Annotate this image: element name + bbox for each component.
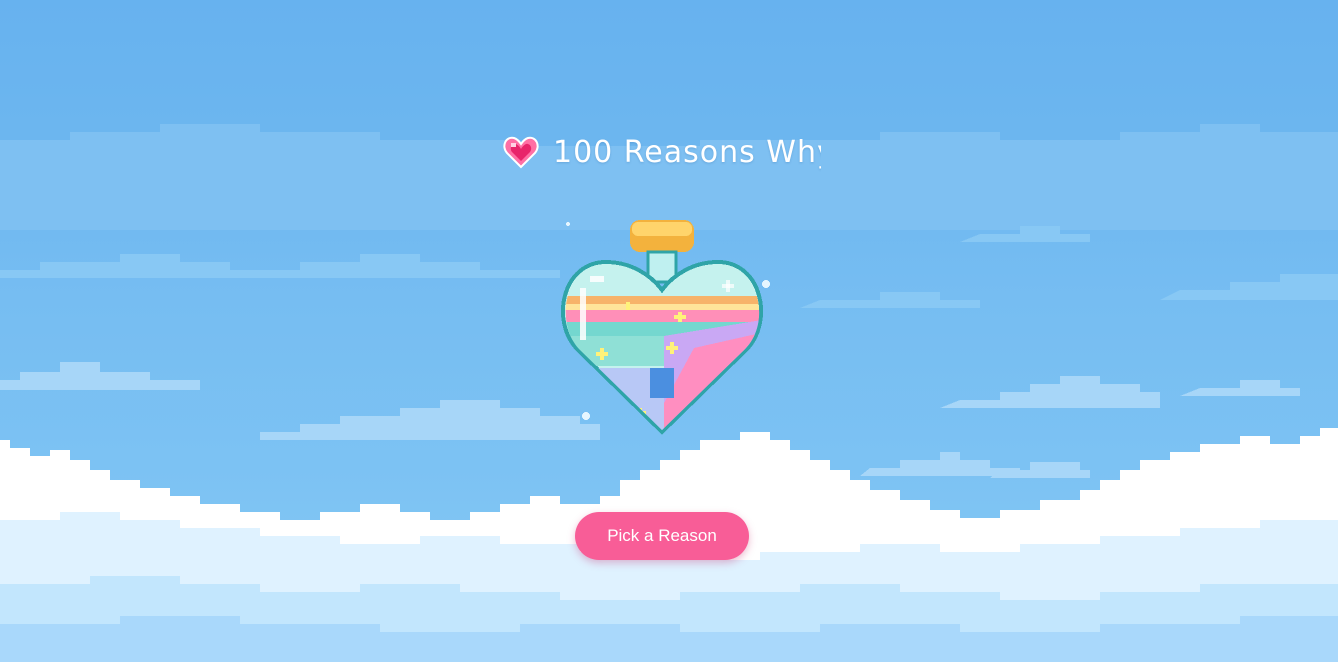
- heart-potion-bottle-icon: [560, 220, 770, 435]
- heart-icon: [503, 136, 539, 169]
- page-title: 100 Reasons Why: [553, 134, 821, 170]
- pick-reason-button[interactable]: Pick a Reason: [575, 512, 749, 560]
- page-header: 100 Reasons Why: [503, 128, 821, 176]
